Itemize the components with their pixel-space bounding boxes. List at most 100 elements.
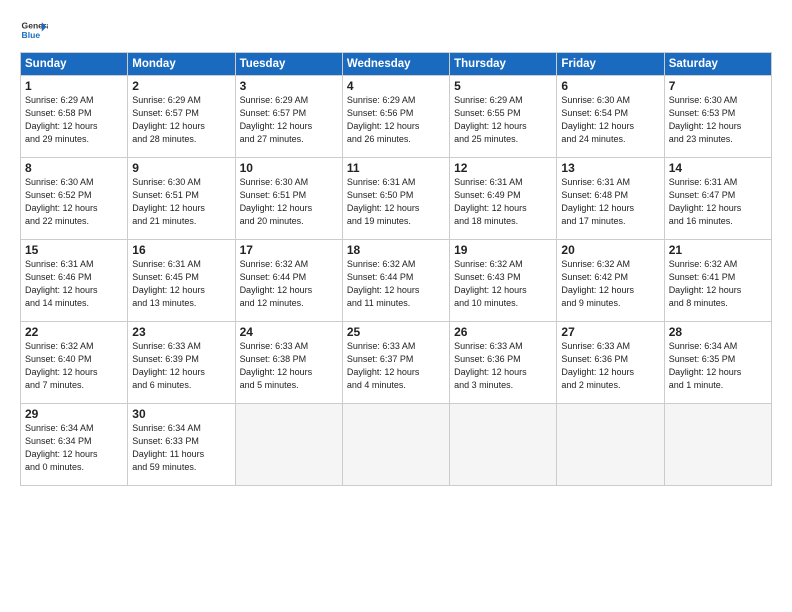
- calendar-cell: 19Sunrise: 6:32 AM Sunset: 6:43 PM Dayli…: [450, 240, 557, 322]
- calendar-cell: 26Sunrise: 6:33 AM Sunset: 6:36 PM Dayli…: [450, 322, 557, 404]
- cell-sun-info: Sunrise: 6:30 AM Sunset: 6:54 PM Dayligh…: [561, 94, 659, 146]
- cell-sun-info: Sunrise: 6:29 AM Sunset: 6:58 PM Dayligh…: [25, 94, 123, 146]
- day-number: 25: [347, 325, 445, 339]
- calendar-cell: [450, 404, 557, 486]
- cell-sun-info: Sunrise: 6:33 AM Sunset: 6:39 PM Dayligh…: [132, 340, 230, 392]
- day-number: 16: [132, 243, 230, 257]
- cell-sun-info: Sunrise: 6:33 AM Sunset: 6:36 PM Dayligh…: [454, 340, 552, 392]
- calendar-cell: 28Sunrise: 6:34 AM Sunset: 6:35 PM Dayli…: [664, 322, 771, 404]
- calendar-week-2: 8Sunrise: 6:30 AM Sunset: 6:52 PM Daylig…: [21, 158, 772, 240]
- cell-sun-info: Sunrise: 6:31 AM Sunset: 6:45 PM Dayligh…: [132, 258, 230, 310]
- calendar-week-1: 1Sunrise: 6:29 AM Sunset: 6:58 PM Daylig…: [21, 76, 772, 158]
- day-number: 6: [561, 79, 659, 93]
- cell-sun-info: Sunrise: 6:30 AM Sunset: 6:51 PM Dayligh…: [132, 176, 230, 228]
- header: General Blue: [20, 16, 772, 44]
- cell-sun-info: Sunrise: 6:32 AM Sunset: 6:44 PM Dayligh…: [347, 258, 445, 310]
- day-number: 17: [240, 243, 338, 257]
- day-number: 2: [132, 79, 230, 93]
- calendar-cell: 24Sunrise: 6:33 AM Sunset: 6:38 PM Dayli…: [235, 322, 342, 404]
- cell-sun-info: Sunrise: 6:32 AM Sunset: 6:40 PM Dayligh…: [25, 340, 123, 392]
- day-header-tuesday: Tuesday: [235, 53, 342, 76]
- day-number: 5: [454, 79, 552, 93]
- day-number: 30: [132, 407, 230, 421]
- cell-sun-info: Sunrise: 6:29 AM Sunset: 6:56 PM Dayligh…: [347, 94, 445, 146]
- cell-sun-info: Sunrise: 6:30 AM Sunset: 6:53 PM Dayligh…: [669, 94, 767, 146]
- calendar-cell: 30Sunrise: 6:34 AM Sunset: 6:33 PM Dayli…: [128, 404, 235, 486]
- day-number: 8: [25, 161, 123, 175]
- calendar-cell: 13Sunrise: 6:31 AM Sunset: 6:48 PM Dayli…: [557, 158, 664, 240]
- calendar-body: 1Sunrise: 6:29 AM Sunset: 6:58 PM Daylig…: [21, 76, 772, 486]
- calendar-cell: 2Sunrise: 6:29 AM Sunset: 6:57 PM Daylig…: [128, 76, 235, 158]
- cell-sun-info: Sunrise: 6:33 AM Sunset: 6:36 PM Dayligh…: [561, 340, 659, 392]
- calendar-cell: [342, 404, 449, 486]
- cell-sun-info: Sunrise: 6:29 AM Sunset: 6:57 PM Dayligh…: [132, 94, 230, 146]
- day-header-thursday: Thursday: [450, 53, 557, 76]
- svg-text:Blue: Blue: [22, 30, 41, 40]
- day-number: 21: [669, 243, 767, 257]
- day-number: 1: [25, 79, 123, 93]
- calendar-cell: 15Sunrise: 6:31 AM Sunset: 6:46 PM Dayli…: [21, 240, 128, 322]
- day-header-friday: Friday: [557, 53, 664, 76]
- cell-sun-info: Sunrise: 6:30 AM Sunset: 6:51 PM Dayligh…: [240, 176, 338, 228]
- calendar-header-row: SundayMondayTuesdayWednesdayThursdayFrid…: [21, 53, 772, 76]
- cell-sun-info: Sunrise: 6:33 AM Sunset: 6:38 PM Dayligh…: [240, 340, 338, 392]
- day-number: 28: [669, 325, 767, 339]
- page: General Blue SundayMondayTuesdayWednesda…: [0, 0, 792, 496]
- cell-sun-info: Sunrise: 6:29 AM Sunset: 6:55 PM Dayligh…: [454, 94, 552, 146]
- day-number: 4: [347, 79, 445, 93]
- calendar-week-3: 15Sunrise: 6:31 AM Sunset: 6:46 PM Dayli…: [21, 240, 772, 322]
- cell-sun-info: Sunrise: 6:31 AM Sunset: 6:46 PM Dayligh…: [25, 258, 123, 310]
- calendar-cell: 11Sunrise: 6:31 AM Sunset: 6:50 PM Dayli…: [342, 158, 449, 240]
- day-number: 18: [347, 243, 445, 257]
- cell-sun-info: Sunrise: 6:32 AM Sunset: 6:43 PM Dayligh…: [454, 258, 552, 310]
- logo: General Blue: [20, 16, 48, 44]
- calendar-cell: 10Sunrise: 6:30 AM Sunset: 6:51 PM Dayli…: [235, 158, 342, 240]
- cell-sun-info: Sunrise: 6:31 AM Sunset: 6:48 PM Dayligh…: [561, 176, 659, 228]
- calendar-cell: 14Sunrise: 6:31 AM Sunset: 6:47 PM Dayli…: [664, 158, 771, 240]
- day-number: 20: [561, 243, 659, 257]
- day-number: 10: [240, 161, 338, 175]
- day-number: 11: [347, 161, 445, 175]
- cell-sun-info: Sunrise: 6:32 AM Sunset: 6:41 PM Dayligh…: [669, 258, 767, 310]
- calendar-cell: 21Sunrise: 6:32 AM Sunset: 6:41 PM Dayli…: [664, 240, 771, 322]
- day-number: 12: [454, 161, 552, 175]
- day-number: 9: [132, 161, 230, 175]
- calendar-table: SundayMondayTuesdayWednesdayThursdayFrid…: [20, 52, 772, 486]
- calendar-cell: 1Sunrise: 6:29 AM Sunset: 6:58 PM Daylig…: [21, 76, 128, 158]
- day-number: 15: [25, 243, 123, 257]
- calendar-cell: 9Sunrise: 6:30 AM Sunset: 6:51 PM Daylig…: [128, 158, 235, 240]
- day-number: 26: [454, 325, 552, 339]
- calendar-cell: 7Sunrise: 6:30 AM Sunset: 6:53 PM Daylig…: [664, 76, 771, 158]
- logo-icon: General Blue: [20, 16, 48, 44]
- day-number: 27: [561, 325, 659, 339]
- calendar-cell: 29Sunrise: 6:34 AM Sunset: 6:34 PM Dayli…: [21, 404, 128, 486]
- day-number: 14: [669, 161, 767, 175]
- calendar-cell: 12Sunrise: 6:31 AM Sunset: 6:49 PM Dayli…: [450, 158, 557, 240]
- cell-sun-info: Sunrise: 6:29 AM Sunset: 6:57 PM Dayligh…: [240, 94, 338, 146]
- calendar-cell: 5Sunrise: 6:29 AM Sunset: 6:55 PM Daylig…: [450, 76, 557, 158]
- calendar-cell: [235, 404, 342, 486]
- day-header-sunday: Sunday: [21, 53, 128, 76]
- calendar-cell: 22Sunrise: 6:32 AM Sunset: 6:40 PM Dayli…: [21, 322, 128, 404]
- calendar-cell: 17Sunrise: 6:32 AM Sunset: 6:44 PM Dayli…: [235, 240, 342, 322]
- cell-sun-info: Sunrise: 6:33 AM Sunset: 6:37 PM Dayligh…: [347, 340, 445, 392]
- day-number: 22: [25, 325, 123, 339]
- calendar-cell: 20Sunrise: 6:32 AM Sunset: 6:42 PM Dayli…: [557, 240, 664, 322]
- day-number: 3: [240, 79, 338, 93]
- day-number: 29: [25, 407, 123, 421]
- cell-sun-info: Sunrise: 6:34 AM Sunset: 6:35 PM Dayligh…: [669, 340, 767, 392]
- calendar-cell: 16Sunrise: 6:31 AM Sunset: 6:45 PM Dayli…: [128, 240, 235, 322]
- calendar-cell: [557, 404, 664, 486]
- calendar-cell: [664, 404, 771, 486]
- day-number: 23: [132, 325, 230, 339]
- cell-sun-info: Sunrise: 6:31 AM Sunset: 6:49 PM Dayligh…: [454, 176, 552, 228]
- cell-sun-info: Sunrise: 6:32 AM Sunset: 6:42 PM Dayligh…: [561, 258, 659, 310]
- calendar-cell: 18Sunrise: 6:32 AM Sunset: 6:44 PM Dayli…: [342, 240, 449, 322]
- day-header-wednesday: Wednesday: [342, 53, 449, 76]
- calendar-week-4: 22Sunrise: 6:32 AM Sunset: 6:40 PM Dayli…: [21, 322, 772, 404]
- calendar-cell: 3Sunrise: 6:29 AM Sunset: 6:57 PM Daylig…: [235, 76, 342, 158]
- day-number: 24: [240, 325, 338, 339]
- calendar-cell: 27Sunrise: 6:33 AM Sunset: 6:36 PM Dayli…: [557, 322, 664, 404]
- calendar-cell: 6Sunrise: 6:30 AM Sunset: 6:54 PM Daylig…: [557, 76, 664, 158]
- day-number: 13: [561, 161, 659, 175]
